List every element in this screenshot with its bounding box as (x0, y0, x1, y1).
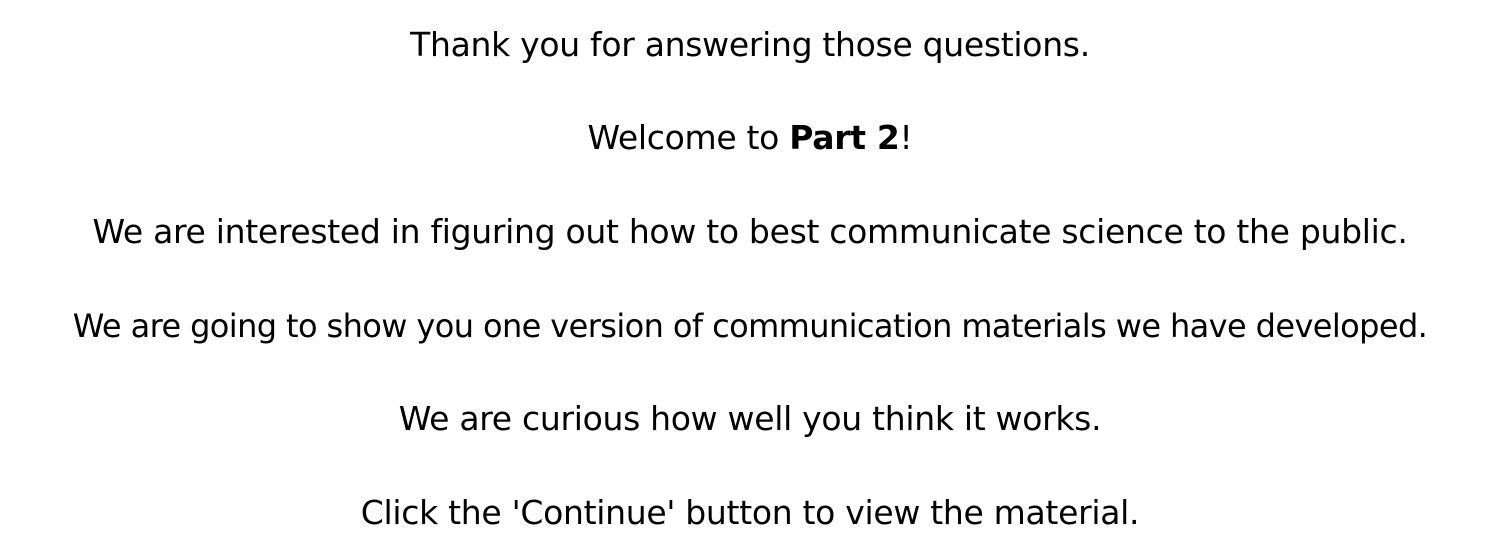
interest-text: We are interested in figuring out how to… (92, 212, 1408, 251)
welcome-text: Welcome to Part 2! (0, 118, 1500, 158)
welcome-prefix: Welcome to (587, 118, 790, 157)
survey-intro-page: Thank you for answering those questions.… (0, 0, 1500, 550)
thanks-text: Thank you for answering those questions. (410, 25, 1090, 64)
curious-text: We are curious how well you think it wor… (398, 399, 1102, 438)
welcome-part-label: Part 2 (789, 118, 900, 157)
welcome-suffix: ! (899, 118, 913, 157)
show-text: We are going to show you one version of … (72, 307, 1428, 345)
instruction-text: Click the 'Continue' button to view the … (360, 493, 1140, 532)
